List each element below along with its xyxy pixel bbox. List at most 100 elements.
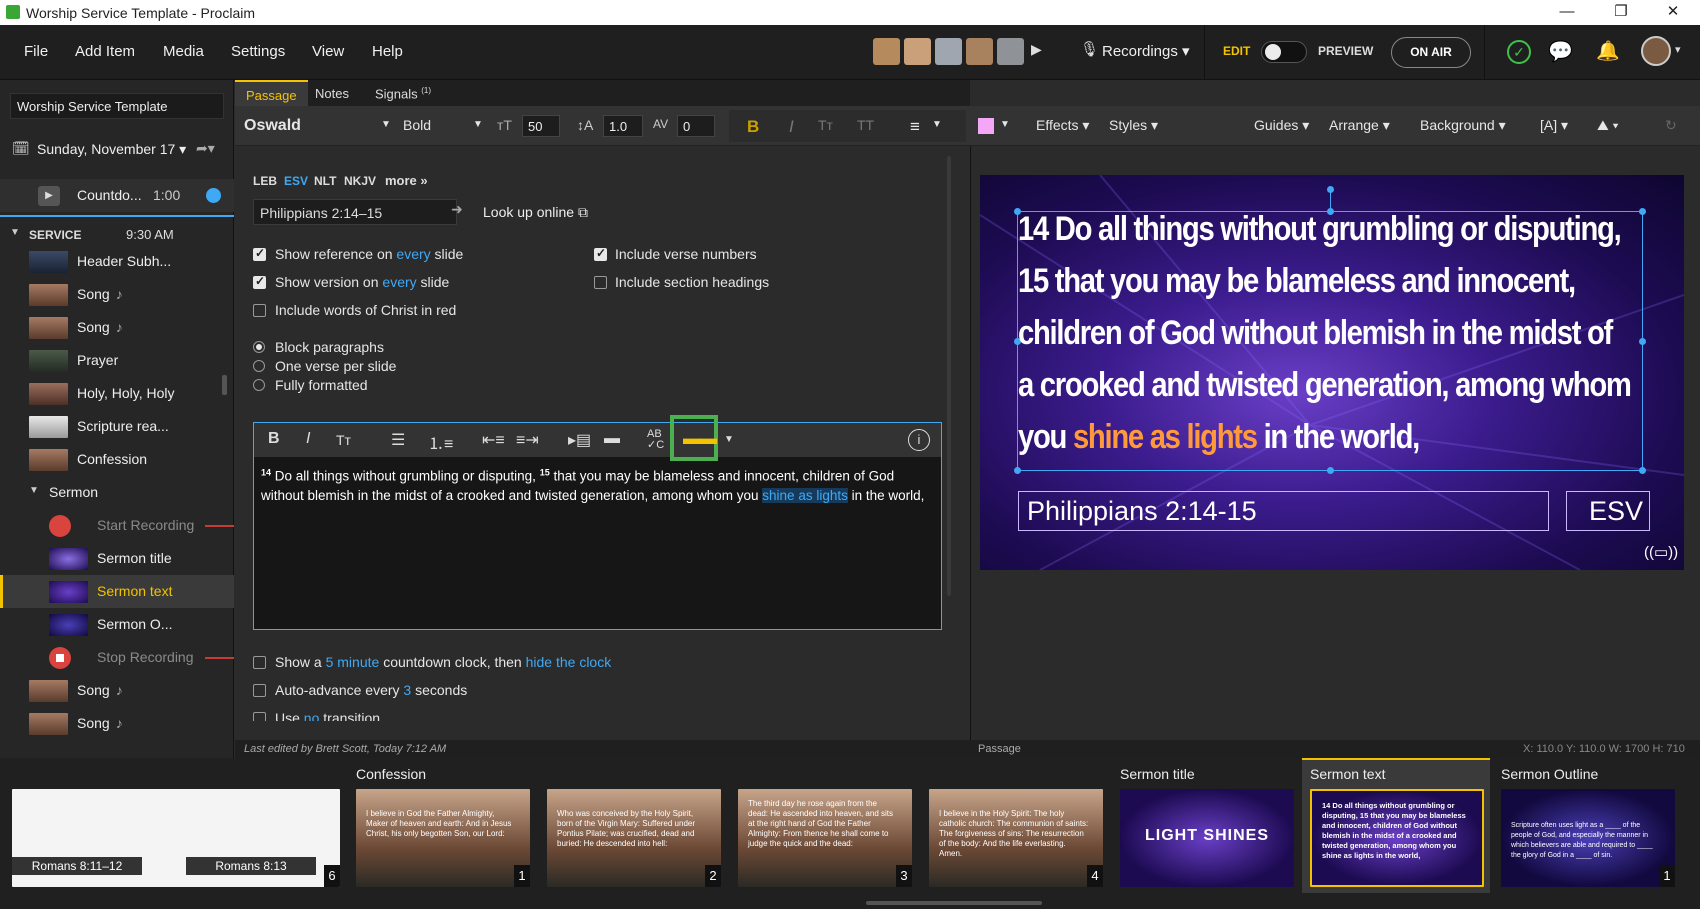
text-box-icon[interactable]: [A] ▾ — [1540, 117, 1568, 134]
resize-handle[interactable] — [1014, 467, 1021, 474]
service-name-field[interactable]: Worship Service Template — [10, 93, 224, 119]
service-item[interactable]: Song ♪ — [0, 674, 234, 707]
separator-icon[interactable]: ▬ — [604, 430, 620, 448]
on-air-button[interactable]: ON AIR — [1391, 37, 1471, 68]
slide-thumbnail[interactable]: The third day he rose again from the dea… — [738, 789, 912, 887]
menu-file[interactable]: File — [24, 43, 48, 60]
autoadvance-checkbox[interactable] — [253, 684, 266, 697]
team-avatar[interactable] — [873, 38, 900, 65]
service-date-dropdown[interactable]: Sunday, November 17 ▾ — [37, 141, 186, 158]
bullet-list-icon[interactable]: ☰ — [391, 430, 405, 450]
stop-recording-item[interactable]: Stop Recording — [0, 641, 234, 674]
slide-reference[interactable]: Philippians 2:14-15 — [1018, 491, 1549, 531]
slide-thumbnail-selected[interactable]: 14 Do all things without grumbling or di… — [1310, 789, 1484, 887]
collapse-icon[interactable]: ▼ — [29, 485, 39, 496]
chevron-down-icon[interactable]: ▼ — [473, 119, 483, 130]
sidebar-scrollbar[interactable] — [222, 375, 227, 395]
service-item-selected[interactable]: Sermon text — [0, 575, 234, 608]
service-item[interactable]: Holy, Holy, Holy — [0, 377, 234, 410]
font-weight-dropdown[interactable]: Bold — [403, 117, 431, 133]
align-icon[interactable]: ≡ — [910, 117, 920, 137]
team-avatar[interactable] — [904, 38, 931, 65]
service-item[interactable]: Sermon title — [0, 542, 234, 575]
styles-menu[interactable]: Styles ▾ — [1109, 117, 1158, 134]
text-color-swatch[interactable] — [978, 118, 994, 134]
countdown-checkbox[interactable] — [253, 656, 266, 669]
team-avatar[interactable] — [935, 38, 962, 65]
show-reference-checkbox[interactable] — [253, 246, 266, 261]
spellcheck-icon[interactable]: AB ✓C — [647, 429, 664, 451]
selected-text[interactable]: shine as lights — [762, 488, 848, 503]
slide-thumbnail[interactable]: LIGHT SHINES — [1120, 789, 1294, 887]
service-item[interactable]: Sermon O... — [0, 608, 234, 641]
share-icon[interactable]: ➦▾ — [196, 140, 215, 157]
service-item[interactable]: Prayer — [0, 344, 234, 377]
outdent-icon[interactable]: ⇤≡ — [482, 430, 505, 450]
slide-thumbnail[interactable]: Who was conceived by the Holy Spirit, bo… — [547, 789, 721, 887]
sync-status-icon[interactable]: ✓ — [1507, 40, 1531, 64]
christ-red-checkbox[interactable] — [253, 304, 266, 317]
slide-thumbnail[interactable]: I believe in God the Father Almighty, Ma… — [356, 789, 530, 887]
service-item[interactable]: Header Subh... — [0, 245, 234, 278]
bold-icon[interactable]: B — [747, 117, 759, 137]
rotate-handle[interactable] — [1327, 186, 1334, 193]
slide-thumbnail[interactable]: I believe in the Holy Spirit: The holy c… — [929, 789, 1103, 887]
version-nlt[interactable]: NLT — [314, 174, 336, 188]
menu-media[interactable]: Media — [163, 43, 204, 60]
numbered-list-icon[interactable]: ⒈≡ — [428, 430, 453, 454]
play-icon[interactable]: ▶ — [38, 186, 60, 206]
highlight-fill-blank-button[interactable]: ▬▬ — [670, 415, 718, 461]
indent-icon[interactable]: ≡⇥ — [516, 430, 539, 450]
resize-handle[interactable] — [1639, 467, 1646, 474]
scripture-text[interactable]: 14 Do all things without grumbling or di… — [261, 463, 936, 506]
italic-icon[interactable]: I — [306, 430, 310, 448]
chevron-down-icon[interactable]: ▼ — [932, 119, 942, 130]
chevron-down-icon[interactable]: ▾ — [1675, 43, 1681, 56]
version-leb[interactable]: LEB — [253, 174, 277, 188]
go-icon[interactable]: ➜ — [451, 201, 463, 218]
chat-icon[interactable]: 💬 — [1548, 39, 1573, 64]
letter-spacing-stepper[interactable]: 0 — [677, 115, 715, 137]
version-nkjv[interactable]: NKJV — [344, 174, 376, 188]
lookup-online-link[interactable]: Look up online ⧉ — [483, 204, 588, 221]
slide-thumbnail[interactable]: Scripture often uses light as a ____ of … — [1501, 789, 1675, 887]
show-version-checkbox[interactable] — [253, 274, 266, 289]
menu-help[interactable]: Help — [372, 43, 403, 60]
one-verse-radio[interactable] — [253, 360, 265, 372]
screen-mode-icon[interactable]: ((▭)) — [1644, 543, 1678, 561]
italic-icon[interactable]: I — [789, 117, 794, 137]
all-caps-icon[interactable]: TT — [857, 117, 874, 133]
restore-button[interactable]: ❐ — [1594, 0, 1648, 25]
mountain-image-icon[interactable]: ⛰ ▾ — [1597, 117, 1619, 134]
sermon-group-header[interactable]: ▼ Sermon — [0, 476, 234, 509]
refresh-icon[interactable]: ↻ — [1665, 117, 1677, 134]
countdown-item[interactable]: ▶ Countdo... 1:00 — [0, 179, 234, 212]
info-icon[interactable]: i — [908, 429, 930, 451]
line-spacing-stepper[interactable]: 1.0 — [603, 115, 643, 137]
chevron-down-icon[interactable]: ▼ — [724, 434, 734, 445]
transition-checkbox[interactable] — [253, 712, 266, 721]
edit-preview-toggle[interactable] — [1261, 41, 1307, 63]
strip-scrollbar[interactable] — [866, 901, 1042, 905]
scripture-text-editor[interactable]: B I Tт ☰ ⒈≡ ⇤≡ ≡⇥ ▸▤ ▬ AB ✓C ▬▬ ▼ i 14 Do… — [253, 415, 942, 630]
version-esv[interactable]: ESV — [284, 174, 308, 188]
team-avatar[interactable] — [997, 38, 1024, 65]
tab-signals[interactable]: Signals (1) — [364, 80, 442, 106]
service-item[interactable]: Song ♪ — [0, 278, 234, 311]
insert-blank-icon[interactable]: ▸▤ — [568, 430, 591, 450]
font-family-dropdown[interactable]: Oswald — [244, 117, 301, 135]
fully-formatted-radio[interactable] — [253, 379, 265, 391]
guides-menu[interactable]: Guides ▾ — [1254, 117, 1309, 134]
reference-input[interactable]: Philippians 2:14–15 — [253, 199, 457, 225]
verse-numbers-checkbox[interactable] — [594, 246, 607, 261]
more-versions-link[interactable]: more » — [385, 173, 428, 188]
minimize-button[interactable]: — — [1540, 0, 1594, 25]
user-avatar[interactable] — [1641, 36, 1671, 66]
start-recording-item[interactable]: Start Recording — [0, 509, 234, 542]
chevron-down-icon[interactable]: ▼ — [1000, 119, 1010, 130]
slide-scripture-text[interactable]: 14 Do all things without grumbling or di… — [1018, 203, 1659, 463]
service-item[interactable]: Song ♪ — [0, 707, 234, 740]
arrange-menu[interactable]: Arrange ▾ — [1329, 117, 1390, 134]
slide-thumbnail[interactable]: Romans 8:11–12 5 — [12, 789, 186, 887]
tab-passage[interactable]: Passage — [235, 80, 308, 106]
